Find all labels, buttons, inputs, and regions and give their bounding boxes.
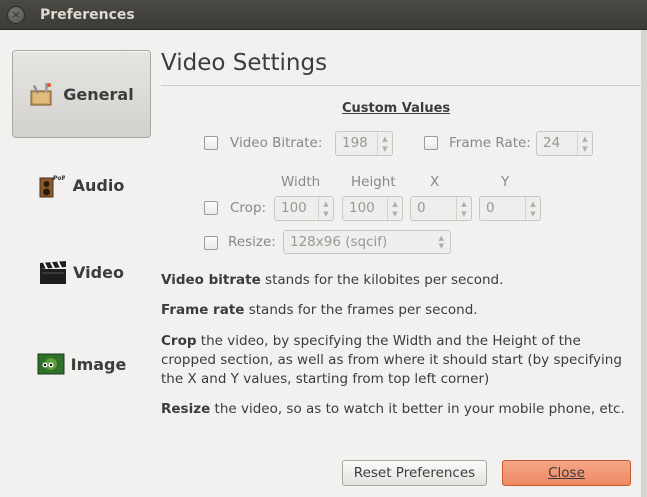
crop-x-header: X bbox=[430, 174, 440, 190]
sidebar-item-label: Image bbox=[70, 354, 127, 374]
desc-term: Frame rate bbox=[161, 302, 245, 318]
desc-video-bitrate: Video bitrate stands for the kilobites p… bbox=[161, 271, 636, 290]
speakers-icon: PoP bbox=[39, 172, 66, 198]
crop-width-header: Width bbox=[281, 174, 321, 190]
sidebar-item-image[interactable]: Image bbox=[12, 320, 151, 408]
frame-rate-stepper[interactable]: 24 ▲ ▼ bbox=[536, 131, 593, 156]
sidebar-item-general[interactable]: General bbox=[12, 50, 151, 138]
close-button-label: Close bbox=[548, 465, 585, 481]
crop-checkbox[interactable] bbox=[204, 201, 218, 215]
desc-term: Video bitrate bbox=[161, 272, 261, 288]
reset-preferences-button[interactable]: Reset Preferences bbox=[342, 460, 487, 486]
crop-height-header: Height bbox=[351, 174, 396, 190]
crop-width-value: 100 bbox=[281, 200, 307, 216]
desc-text: the video, so as to watch it better in y… bbox=[210, 401, 625, 417]
resize-checkbox[interactable] bbox=[204, 236, 218, 250]
frame-rate-label: Frame Rate: bbox=[449, 135, 531, 151]
crop-y-value: 0 bbox=[486, 200, 495, 216]
sidebar-item-video[interactable]: Video bbox=[12, 228, 151, 316]
crop-height-stepper[interactable]: 100 ▲ ▼ bbox=[342, 196, 403, 221]
spin-arrows-icon[interactable]: ▲ ▼ bbox=[377, 132, 392, 155]
desc-resize: Resize the video, so as to watch it bett… bbox=[161, 400, 636, 419]
video-bitrate-label: Video Bitrate: bbox=[230, 135, 323, 151]
video-bitrate-stepper[interactable]: 198 ▲ ▼ bbox=[335, 131, 393, 156]
crop-height-value: 100 bbox=[349, 200, 375, 216]
spin-arrows-icon[interactable]: ▲ ▼ bbox=[577, 132, 592, 155]
desc-crop: Crop the video, by specifying the Width … bbox=[161, 332, 636, 389]
window-close-icon[interactable]: × bbox=[7, 6, 25, 24]
page-title: Video Settings bbox=[161, 50, 328, 76]
chevron-updown-icon: ▲ ▼ bbox=[438, 234, 444, 250]
sidebar-item-label: General bbox=[63, 84, 134, 104]
crop-label: Crop: bbox=[230, 200, 267, 216]
desc-frame-rate: Frame rate stands for the frames per sec… bbox=[161, 301, 636, 320]
desc-text: stands for the frames per second. bbox=[244, 302, 478, 318]
spin-arrows-icon[interactable]: ▲ ▼ bbox=[525, 197, 540, 220]
resize-label: Resize: bbox=[228, 234, 276, 250]
spin-arrows-icon[interactable]: ▲ ▼ bbox=[456, 197, 471, 220]
window-title: Preferences bbox=[40, 7, 135, 23]
resize-value: 128x96 (sqcif) bbox=[290, 234, 388, 250]
sidebar-item-label: Video bbox=[73, 262, 124, 282]
video-bitrate-checkbox[interactable] bbox=[204, 136, 218, 150]
sidebar-item-label: Audio bbox=[72, 175, 125, 195]
window-border bbox=[641, 30, 647, 497]
general-settings-icon bbox=[29, 81, 55, 107]
svg-text:PoP: PoP bbox=[53, 175, 65, 182]
spin-arrows-icon[interactable]: ▲ ▼ bbox=[387, 197, 402, 220]
desc-term: Crop bbox=[161, 333, 197, 349]
custom-values-heading: Custom Values bbox=[342, 101, 451, 116]
frame-rate-value: 24 bbox=[543, 135, 561, 151]
crop-x-value: 0 bbox=[417, 200, 426, 216]
frame-rate-checkbox[interactable] bbox=[424, 136, 438, 150]
crop-y-header: Y bbox=[501, 174, 510, 190]
sidebar-item-audio[interactable]: PoP Audio bbox=[12, 141, 151, 229]
picture-icon bbox=[37, 351, 65, 377]
resize-select[interactable]: 128x96 (sqcif) ▲ ▼ bbox=[283, 230, 451, 254]
video-bitrate-value: 198 bbox=[342, 135, 368, 151]
title-bar: × Preferences bbox=[0, 0, 647, 30]
spin-arrows-icon[interactable]: ▲ ▼ bbox=[318, 197, 333, 220]
crop-width-stepper[interactable]: 100 ▲ ▼ bbox=[274, 196, 334, 221]
desc-text: stands for the kilobites per second. bbox=[260, 272, 504, 288]
clapperboard-icon bbox=[39, 259, 67, 285]
crop-y-stepper[interactable]: 0 ▲ ▼ bbox=[479, 196, 541, 221]
crop-x-stepper[interactable]: 0 ▲ ▼ bbox=[410, 196, 472, 221]
desc-term: Resize bbox=[161, 401, 211, 417]
title-divider bbox=[161, 85, 641, 86]
close-button[interactable]: Close bbox=[502, 460, 631, 486]
desc-text: the video, by specifying the Width and t… bbox=[161, 333, 622, 387]
